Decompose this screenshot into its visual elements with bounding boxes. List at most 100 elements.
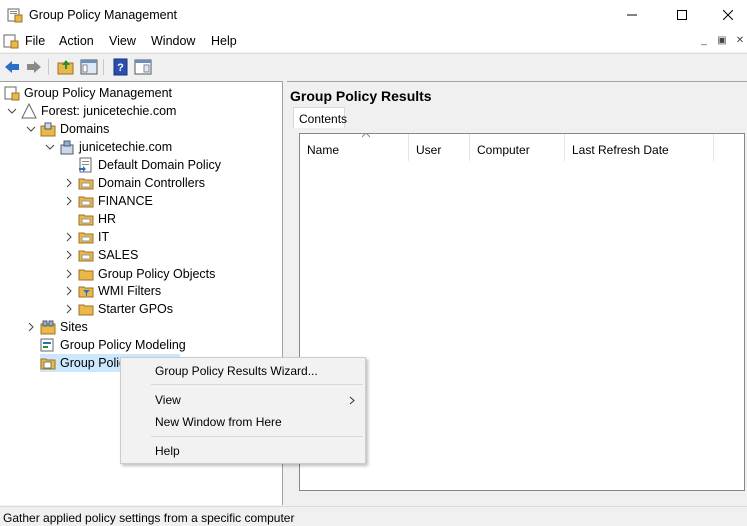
menu-bar: File Action View Window Help xyxy=(0,30,747,52)
tree-label: Group Policy Modeling xyxy=(60,338,186,352)
tree-item-domain-controllers[interactable]: Domain Controllers xyxy=(63,174,205,192)
tree-label: WMI Filters xyxy=(98,284,162,298)
minimize-button[interactable] xyxy=(609,0,655,30)
tree-item-root[interactable]: Group Policy Management xyxy=(4,84,172,102)
status-bar: Gather applied policy settings from a sp… xyxy=(0,506,747,526)
window-title: Group Policy Management xyxy=(29,8,177,22)
folder-icon xyxy=(78,304,94,316)
svg-text:?: ? xyxy=(117,62,124,74)
title-bar: Group Policy Management xyxy=(0,0,747,30)
tree-label: Starter GPOs xyxy=(98,302,174,316)
tree-item-starter-gpos[interactable]: Starter GPOs xyxy=(63,300,173,318)
help-icon[interactable]: ? xyxy=(112,58,130,76)
tree-item-domain[interactable]: junicetechie.com xyxy=(44,138,172,156)
column-header-user[interactable]: User xyxy=(409,134,470,161)
toolbar-separator xyxy=(103,59,104,75)
ou-folder-icon xyxy=(78,250,94,262)
domain-icon xyxy=(60,140,74,155)
chevron-right-icon[interactable] xyxy=(63,249,75,261)
ou-folder-icon xyxy=(78,232,94,244)
submenu-arrow-icon xyxy=(349,396,355,405)
tree-item-domains[interactable]: Domains xyxy=(25,120,109,138)
pane-title: Group Policy Results xyxy=(290,88,432,104)
context-menu: Group Policy Results Wizard... View New … xyxy=(120,357,366,464)
tree-item-it[interactable]: IT xyxy=(63,228,109,246)
column-header-name[interactable]: Name xyxy=(300,134,409,161)
tree-label: FINANCE xyxy=(98,194,153,208)
back-arrow-icon[interactable] xyxy=(3,58,21,76)
menu-separator xyxy=(151,384,363,385)
chevron-right-icon[interactable] xyxy=(63,195,75,207)
toolbar-separator xyxy=(48,59,49,75)
menu-window[interactable]: Window xyxy=(151,34,195,48)
column-header-computer[interactable]: Computer xyxy=(470,134,565,161)
tree-label: IT xyxy=(98,230,110,244)
gpo-link-icon xyxy=(79,157,92,173)
maximize-icon xyxy=(677,10,687,20)
mdi-close-button[interactable]: ✕ xyxy=(732,34,747,50)
show-hide-tree-icon[interactable] xyxy=(80,58,98,76)
ou-folder-icon xyxy=(78,178,94,190)
chevron-right-icon[interactable] xyxy=(63,285,75,297)
results-icon xyxy=(40,358,56,370)
tree-label: Group Policy Management xyxy=(24,86,172,100)
menu-separator xyxy=(151,436,363,437)
mdi-restore-button[interactable]: ▣ xyxy=(714,34,730,50)
sites-icon xyxy=(40,320,56,335)
up-folder-icon[interactable] xyxy=(57,58,75,76)
tree-label: junicetechie.com xyxy=(79,140,173,154)
chevron-down-icon[interactable] xyxy=(6,105,18,117)
gpm-root-icon xyxy=(4,86,20,101)
tree-label: HR xyxy=(98,212,117,226)
chevron-right-icon[interactable] xyxy=(63,231,75,243)
modeling-icon xyxy=(40,338,54,352)
menu-item-help[interactable]: Help xyxy=(155,444,180,458)
maximize-button[interactable] xyxy=(659,0,705,30)
menu-item-results-wizard[interactable]: Group Policy Results Wizard... xyxy=(155,364,318,378)
mdi-minimize-button[interactable]: _ xyxy=(696,34,712,50)
show-action-pane-icon[interactable] xyxy=(134,58,152,76)
minimize-icon xyxy=(627,14,637,16)
chevron-right-icon[interactable] xyxy=(25,321,37,333)
tree-label: Domains xyxy=(60,122,110,136)
folder-icon xyxy=(78,269,94,281)
tree-label: Forest: junicetechie.com xyxy=(41,104,177,118)
close-icon xyxy=(723,10,733,20)
tree-item-wmi-filters[interactable]: WMI Filters xyxy=(63,282,161,300)
chevron-right-icon[interactable] xyxy=(63,268,75,280)
menu-file[interactable]: File xyxy=(25,34,45,48)
tree-item-sites[interactable]: Sites xyxy=(25,318,88,336)
menu-help[interactable]: Help xyxy=(211,34,237,48)
tree-label: Sites xyxy=(60,320,88,334)
menu-item-view[interactable]: View xyxy=(155,393,181,407)
close-button[interactable] xyxy=(705,0,747,30)
chevron-down-icon[interactable] xyxy=(25,123,37,135)
tree-item-default-domain-policy[interactable]: Default Domain Policy xyxy=(78,156,221,174)
filter-folder-icon xyxy=(78,286,94,298)
tree-item-forest[interactable]: Forest: junicetechie.com xyxy=(6,102,176,120)
toolbar: ? xyxy=(0,53,747,80)
domains-icon xyxy=(40,122,56,137)
tree-item-finance[interactable]: FINANCE xyxy=(63,192,153,210)
tree-label: Default Domain Policy xyxy=(98,158,221,172)
tree-item-modeling[interactable]: Group Policy Modeling xyxy=(40,336,186,354)
system-menu-icon[interactable] xyxy=(3,33,19,49)
tree-label: Domain Controllers xyxy=(98,176,205,190)
tree-item-hr[interactable]: HR xyxy=(78,210,116,228)
column-header-last-refresh[interactable]: Last Refresh Date xyxy=(565,134,714,161)
tab-contents[interactable]: Contents xyxy=(293,107,347,128)
menu-item-new-window[interactable]: New Window from Here xyxy=(155,415,282,429)
forest-icon xyxy=(21,103,37,119)
chevron-right-icon[interactable] xyxy=(63,177,75,189)
tree-label: Group Policy Objects xyxy=(98,267,216,281)
chevron-down-icon[interactable] xyxy=(44,141,56,153)
menu-action[interactable]: Action xyxy=(59,34,94,48)
forward-arrow-icon[interactable] xyxy=(25,58,43,76)
tree-label: SALES xyxy=(98,248,139,262)
menu-view[interactable]: View xyxy=(109,34,136,48)
tree-item-group-policy-objects[interactable]: Group Policy Objects xyxy=(63,265,215,283)
tree-item-sales[interactable]: SALES xyxy=(63,246,138,264)
chevron-right-icon[interactable] xyxy=(63,303,75,315)
ou-folder-icon xyxy=(78,196,94,208)
gpm-app-icon xyxy=(7,8,23,23)
